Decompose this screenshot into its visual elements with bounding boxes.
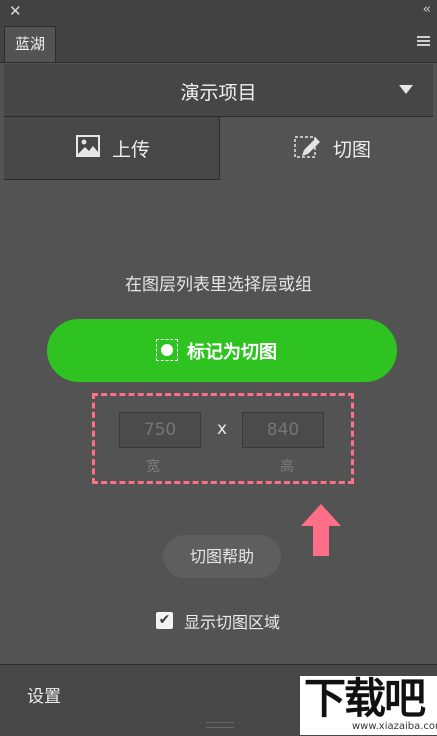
- selection-hint: 在图层列表里选择层或组: [125, 275, 312, 295]
- tab-slice-label: 切图: [333, 139, 372, 161]
- up-arrow-icon: [301, 504, 341, 556]
- watermark-url: www.xiazaiba.com: [352, 721, 437, 732]
- image-icon: [76, 135, 100, 157]
- project-name: 演示项目: [180, 82, 257, 104]
- close-icon[interactable]: ✕: [9, 2, 22, 20]
- show-slice-area-label: 显示切图区域: [184, 613, 281, 632]
- marquee-circle-icon: [156, 339, 178, 361]
- mark-as-slice-label: 标记为切图: [187, 342, 277, 363]
- slice-icon: [294, 136, 320, 158]
- tab-slice[interactable]: 切图: [220, 117, 433, 180]
- hamburger-menu-icon[interactable]: [417, 36, 430, 47]
- mark-as-slice-button[interactable]: 标记为切图: [47, 319, 397, 382]
- tab-lanhu[interactable]: 蓝湖: [4, 26, 56, 62]
- height-caption: 高: [280, 459, 294, 475]
- chevron-down-icon[interactable]: [399, 85, 413, 94]
- slice-help-button[interactable]: 切图帮助: [163, 535, 281, 578]
- watermark-logo: 下载吧 www.xiazaiba.com: [300, 676, 437, 735]
- project-selector[interactable]: 演示项目: [4, 64, 433, 117]
- settings-label: 设置: [27, 687, 61, 707]
- panel-tabbar: 蓝湖: [0, 22, 437, 63]
- resize-grip-icon[interactable]: [206, 722, 234, 728]
- times-sign: x: [217, 419, 228, 439]
- height-input[interactable]: [242, 412, 324, 448]
- tab-upload[interactable]: 上传: [4, 117, 220, 180]
- show-slice-area-checkbox[interactable]: ✔: [156, 612, 173, 629]
- window-titlebar: ✕ ‹‹: [0, 0, 437, 23]
- watermark-logo-text: 下载吧: [304, 674, 426, 723]
- mode-tabs: 上传 切图: [4, 117, 433, 180]
- width-input[interactable]: [119, 412, 201, 448]
- width-caption: 宽: [146, 459, 160, 475]
- tab-upload-label: 上传: [112, 139, 151, 161]
- collapse-panel-icon[interactable]: ‹‹: [423, 1, 432, 19]
